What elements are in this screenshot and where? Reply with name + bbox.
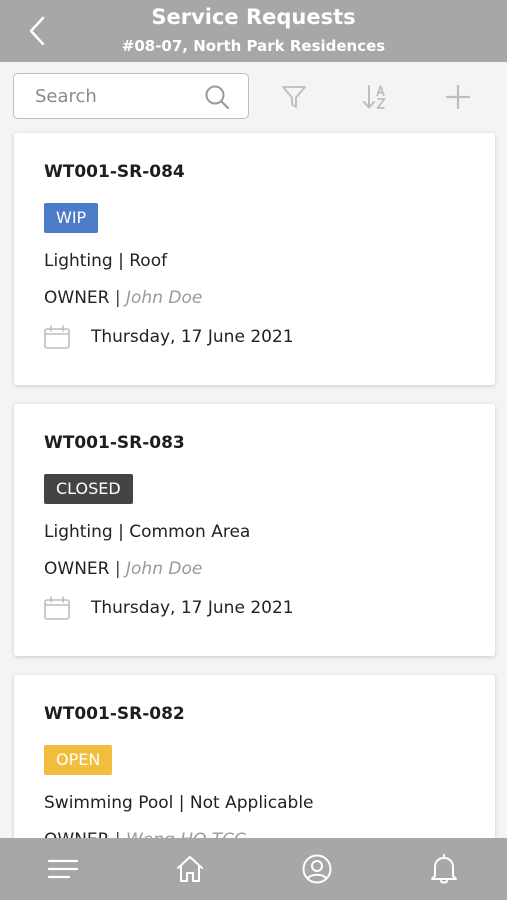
owner-separator: |: [115, 830, 121, 838]
search-input[interactable]: [15, 75, 195, 117]
bell-icon: [431, 854, 457, 884]
request-list: WT001-SR-084 WIP Lighting | Roof OWNER |…: [0, 130, 507, 838]
calendar-icon: [44, 596, 70, 620]
page-title: Service Requests: [151, 5, 356, 29]
toolbar: [0, 62, 507, 130]
app-header: Service Requests #08-07, North Park Resi…: [0, 0, 507, 62]
page-subtitle: #08-07, North Park Residences: [121, 37, 386, 55]
search-box: [13, 73, 249, 119]
nav-menu[interactable]: [46, 852, 80, 886]
calendar-icon: [44, 325, 70, 349]
owner-separator: |: [114, 288, 121, 308]
plus-icon: [445, 84, 471, 110]
menu-icon: [47, 859, 79, 879]
request-id: WT001-SR-083: [44, 433, 185, 453]
add-request-button[interactable]: [441, 81, 475, 113]
filter-button[interactable]: [277, 81, 311, 113]
owner-label: OWNER: [44, 559, 110, 579]
request-id: WT001-SR-084: [44, 162, 185, 182]
request-category: Swimming Pool | Not Applicable: [44, 793, 314, 813]
owner-name: John Doe: [126, 559, 203, 579]
request-category: Lighting | Roof: [44, 251, 168, 271]
status-badge: OPEN: [44, 745, 113, 775]
request-owner: OWNER | Wong HQ TCC: [44, 830, 246, 838]
owner-label: OWNER: [44, 830, 109, 838]
request-card[interactable]: WT001-SR-082 OPEN Swimming Pool | Not Ap…: [14, 675, 495, 838]
request-date: Thursday, 17 June 2021: [91, 598, 294, 618]
request-card[interactable]: WT001-SR-083 CLOSED Lighting | Common Ar…: [14, 404, 495, 656]
home-icon: [177, 856, 203, 882]
nav-profile[interactable]: [300, 852, 334, 886]
owner-separator: |: [114, 559, 121, 579]
filter-icon: [282, 86, 306, 108]
sort-button[interactable]: [359, 81, 393, 113]
search-icon[interactable]: [204, 84, 230, 110]
nav-home[interactable]: [173, 852, 207, 886]
request-owner: OWNER | John Doe: [44, 559, 202, 579]
sort-az-icon: [363, 85, 386, 109]
request-owner: OWNER | John Doe: [44, 288, 202, 308]
request-date: Thursday, 17 June 2021: [91, 327, 294, 347]
owner-label: OWNER: [44, 288, 110, 308]
request-card[interactable]: WT001-SR-084 WIP Lighting | Roof OWNER |…: [14, 133, 495, 385]
bottom-nav: [0, 838, 507, 900]
profile-icon: [302, 854, 332, 884]
status-badge: WIP: [44, 203, 99, 233]
owner-name: John Doe: [126, 288, 203, 308]
request-category: Lighting | Common Area: [44, 522, 251, 542]
request-id: WT001-SR-082: [44, 704, 185, 724]
status-badge: CLOSED: [44, 474, 133, 504]
nav-notifications[interactable]: [427, 852, 461, 886]
owner-name: Wong HQ TCC: [126, 830, 246, 838]
